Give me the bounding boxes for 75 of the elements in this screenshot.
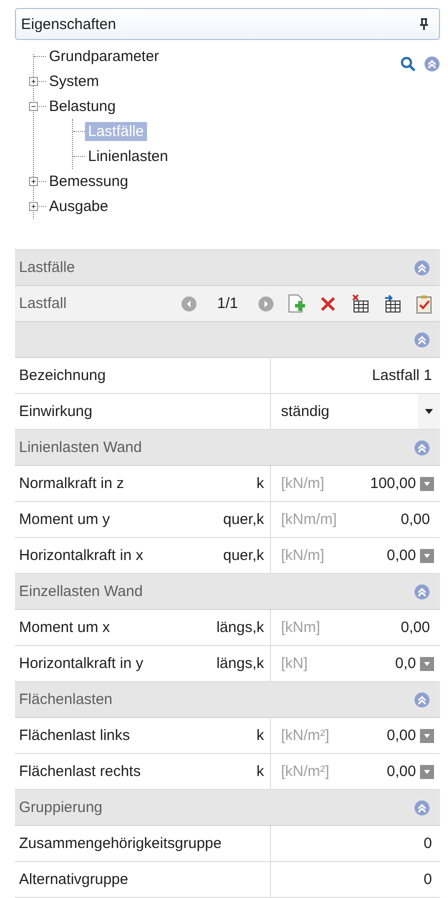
- tree-item[interactable]: Linienlasten: [85, 147, 172, 166]
- page-counter: 1/1: [217, 295, 238, 312]
- navigator-label: Lastfall: [19, 295, 67, 312]
- tree-item[interactable]: Belastung: [46, 97, 119, 116]
- value-field[interactable]: 0: [271, 862, 440, 897]
- property-label: Horizontalkraft in x: [19, 547, 144, 564]
- value-field[interactable]: 0,0: [395, 655, 416, 672]
- unit-label: [kN/m]: [281, 547, 324, 564]
- value-field[interactable]: 0,00: [400, 511, 430, 528]
- property-index: quer,k: [223, 511, 264, 528]
- section-title: Flächenlasten: [19, 691, 112, 708]
- value-field[interactable]: 0: [271, 826, 440, 861]
- unit-label: [kN]: [281, 655, 308, 672]
- collapse-icon[interactable]: [414, 332, 430, 348]
- property-label: Flächenlast rechts: [19, 763, 141, 780]
- picker-icon[interactable]: [420, 476, 434, 490]
- property-label: Moment um x: [19, 619, 110, 636]
- picker-icon[interactable]: [420, 764, 434, 778]
- section-title: Lastfälle: [19, 259, 75, 276]
- property-label: Horizontalkraft in y: [19, 655, 144, 672]
- add-document-icon[interactable]: [286, 294, 306, 314]
- tree-item[interactable]: Bemessung: [46, 172, 132, 191]
- value-field[interactable]: 0,00: [400, 619, 430, 636]
- unit-label: [kN/m]: [281, 475, 324, 492]
- property-index: k: [256, 763, 264, 780]
- value-field[interactable]: 0,00: [386, 727, 416, 744]
- next-icon[interactable]: [258, 296, 274, 312]
- property-index: k: [256, 727, 264, 744]
- section-title: Linienlasten Wand: [19, 439, 142, 456]
- property-label: Alternativgruppe: [19, 871, 128, 888]
- unit-label: [kNm]: [281, 619, 320, 636]
- collapse-icon[interactable]: [414, 584, 430, 600]
- value-field[interactable]: 0,00: [386, 547, 416, 564]
- collapse-icon[interactable]: [414, 800, 430, 816]
- property-label: Moment um y: [19, 511, 110, 528]
- property-index: quer,k: [223, 547, 264, 564]
- value-field[interactable]: 0,00: [386, 763, 416, 780]
- unit-label: [kNm/m]: [281, 511, 337, 528]
- expand-box-icon[interactable]: [29, 202, 38, 211]
- property-label: Bezeichnung: [19, 367, 106, 384]
- clipboard-check-icon[interactable]: [414, 294, 434, 314]
- collapse-icon[interactable]: [414, 692, 430, 708]
- dropdown-value: ständig: [281, 403, 330, 420]
- unit-label: [kN/m²]: [281, 727, 330, 744]
- tree-item[interactable]: Grundparameter: [46, 47, 162, 66]
- panel-title: Eigenschaften: [21, 16, 116, 32]
- section-title: Gruppierung: [19, 799, 102, 816]
- expand-box-icon[interactable]: [29, 77, 38, 86]
- table-icon[interactable]: [350, 294, 370, 314]
- property-label: Flächenlast links: [19, 727, 130, 744]
- property-label: Einwirkung: [19, 403, 92, 420]
- collapse-icon[interactable]: [414, 260, 430, 276]
- unit-label: [kN/m²]: [281, 763, 330, 780]
- property-index: k: [256, 475, 264, 492]
- search-icon[interactable]: [400, 56, 416, 72]
- picker-icon[interactable]: [420, 656, 434, 670]
- picker-icon[interactable]: [420, 728, 434, 742]
- property-label: Zusammengehörigkeitsgruppe: [19, 835, 222, 852]
- tree-item[interactable]: Ausgabe: [46, 197, 112, 216]
- value-field[interactable]: 100,00: [370, 475, 416, 492]
- picker-icon[interactable]: [420, 548, 434, 562]
- tree-item[interactable]: System: [46, 72, 102, 91]
- pin-icon[interactable]: [419, 18, 429, 30]
- previous-icon[interactable]: [181, 296, 198, 312]
- section-title: Einzellasten Wand: [19, 583, 143, 600]
- collapse-box-icon[interactable]: [29, 102, 38, 111]
- property-label: Normalkraft in z: [19, 475, 124, 492]
- value-field[interactable]: Lastfall 1: [271, 358, 440, 393]
- dropdown-field[interactable]: ständig: [271, 394, 440, 429]
- property-index: längs,k: [216, 619, 264, 636]
- property-index: längs,k: [216, 655, 264, 672]
- expand-box-icon[interactable]: [29, 177, 38, 186]
- collapse-icon[interactable]: [414, 440, 430, 456]
- collapse-icon[interactable]: [424, 56, 440, 72]
- table-import-icon[interactable]: [382, 294, 402, 314]
